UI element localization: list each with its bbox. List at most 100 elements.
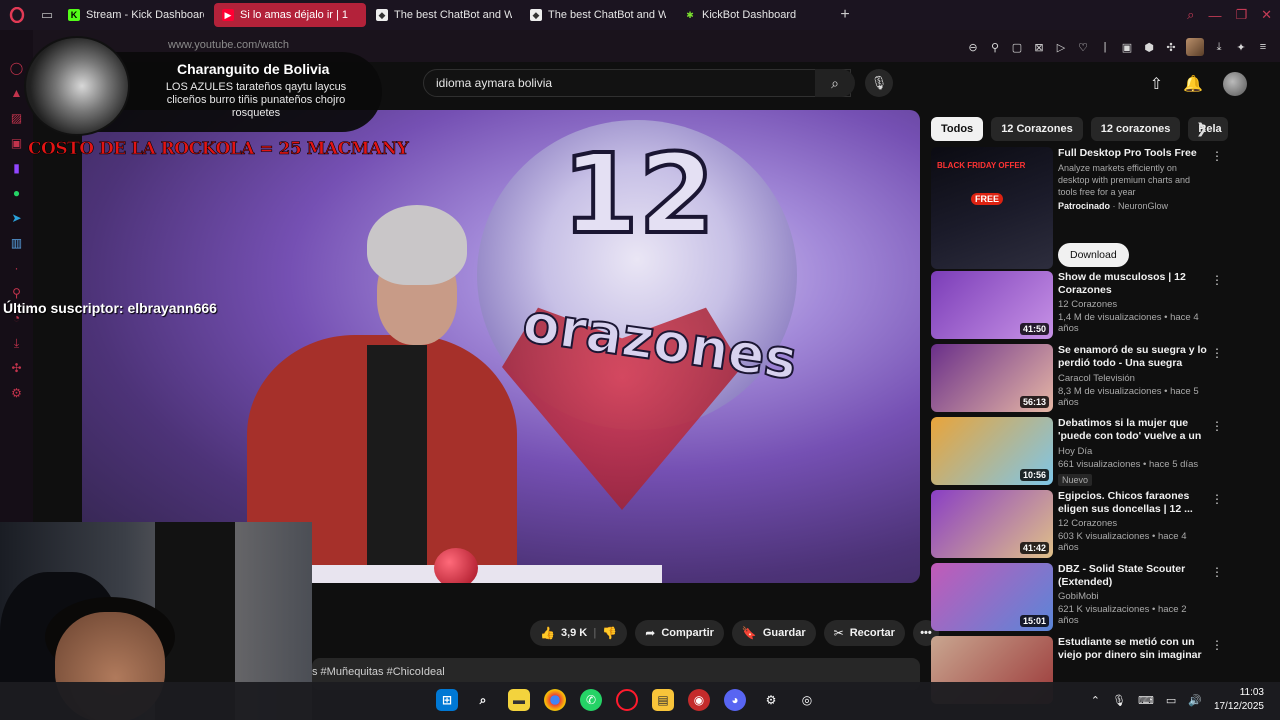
sponsored-ad[interactable]: BLACK FRIDAY OFFER FREE Full Desktop Pro… (931, 147, 1231, 271)
voice-search-button[interactable]: 🎙 (865, 69, 893, 97)
maximize-button[interactable]: ❐ (1235, 7, 1247, 23)
network-icon[interactable]: ▭ (1166, 694, 1176, 707)
video-thumbnail[interactable]: 15:01 (931, 563, 1053, 631)
url-field[interactable]: www.youtube.com/watch (168, 39, 289, 51)
menu-icon[interactable]: ≡ (1256, 41, 1270, 53)
channel-name[interactable]: 12 Corazones (1058, 299, 1208, 310)
video-thumbnail[interactable]: 10:56 (931, 417, 1053, 485)
minimize-button[interactable]: — (1208, 8, 1221, 23)
channel-name[interactable]: Hoy Día (1058, 446, 1208, 457)
microphone-icon[interactable]: 🎙 (1112, 694, 1126, 707)
search-tabs-icon[interactable]: ⌕ (1187, 7, 1194, 23)
video-thumbnail[interactable]: 41:42 (931, 490, 1053, 558)
video-title[interactable]: DBZ - Solid State Scouter (Extended) (1058, 563, 1208, 589)
recommendation-item[interactable]: 15:01 DBZ - Solid State Scouter (Extended… (931, 563, 1231, 636)
clock[interactable]: 11:03 17/12/2025 (1214, 686, 1264, 714)
opera-gx-icon[interactable] (616, 689, 638, 711)
tab-kick-dashboard[interactable]: K Stream - Kick Dashboard (60, 3, 212, 27)
whatsapp-icon[interactable]: ● (9, 185, 25, 201)
thumbs-down-icon[interactable]: 👎 (602, 626, 617, 640)
profile-avatar[interactable] (1186, 38, 1204, 56)
windows-start-icon[interactable]: ⊞ (436, 689, 458, 711)
tab-kickbot-dashboard[interactable]: ✱ KickBot Dashboard (676, 3, 828, 27)
ai-icon[interactable]: ✦ (1234, 41, 1248, 54)
like-button[interactable]: 👍 3,9 K | 👎 (530, 620, 628, 646)
keyboard-icon[interactable]: ⌨ (1138, 694, 1154, 707)
recommendation-item[interactable]: 56:13 Se enamoró de su suegra y lo perdió… (931, 344, 1231, 417)
video-title[interactable]: Estudiante se metió con un viejo por din… (1058, 636, 1208, 663)
pinboard-icon[interactable]: ⚲ (9, 285, 25, 301)
search-button[interactable]: ⌕ (815, 69, 855, 97)
aria-icon[interactable]: ▲ (9, 85, 25, 101)
close-window-button[interactable]: ✕ (1261, 7, 1272, 23)
file-explorer-icon[interactable]: ▤ (652, 689, 674, 711)
video-title[interactable]: Show de musculosos | 12 Corazones (1058, 271, 1208, 297)
tab-chatbot-1[interactable]: ◆ The best ChatBot and Wi (368, 3, 520, 27)
block-icon[interactable]: ⊠ (1032, 41, 1046, 54)
media-app-icon[interactable]: ◉ (688, 689, 710, 711)
steam-like-icon[interactable]: ⚙ (760, 689, 782, 711)
hashtags[interactable]: s #Muñequitas #ChicoIdeal (312, 666, 445, 678)
search-input[interactable]: idioma aymara bolivia ✕ (423, 69, 851, 97)
player-icon[interactable]: ▨ (9, 110, 25, 126)
download-icon[interactable]: ⤓ (1212, 41, 1226, 54)
volume-icon[interactable]: 🔊 (1188, 694, 1202, 707)
channel-name[interactable]: GobiMobi (1058, 591, 1208, 602)
pin-icon[interactable]: ⚲ (988, 41, 1002, 54)
video-title[interactable]: Egipcios. Chicos faraones eligen sus don… (1058, 490, 1208, 516)
tab-chatbot-2[interactable]: ◆ The best ChatBot and Wi (522, 3, 674, 27)
extensions-icon[interactable]: ✣ (1164, 41, 1178, 54)
video-title[interactable]: Se enamoró de su suegra y lo perdió todo… (1058, 344, 1208, 371)
recommendation-item[interactable]: 10:56 Debatimos si la mujer que 'puede co… (931, 417, 1231, 490)
workspaces-icon[interactable]: ▭ (34, 0, 60, 30)
obs-icon[interactable]: ◎ (796, 689, 818, 711)
video-thumbnail[interactable]: 41:50 (931, 271, 1053, 339)
tab-youtube-video[interactable]: ▶ Si lo amas déjalo ir | 1 (214, 3, 366, 27)
kebab-menu-icon[interactable]: ⋮ (1211, 492, 1223, 506)
kebab-menu-icon[interactable]: ⋮ (1211, 419, 1223, 433)
video-title[interactable]: Debatimos si la mujer que 'puede con tod… (1058, 417, 1208, 444)
kebab-menu-icon[interactable]: ⋮ (1211, 273, 1223, 287)
recommendation-item[interactable]: 41:50 Show de musculosos | 12 Corazones 12… (931, 271, 1231, 344)
chrome-icon[interactable] (544, 689, 566, 711)
heart-icon[interactable]: ♡ (1076, 41, 1090, 54)
ad-download-button[interactable]: Download (1058, 243, 1129, 267)
channel-name[interactable]: 12 Corazones (1058, 518, 1208, 529)
play-icon[interactable]: ▷ (1054, 41, 1068, 54)
chip-related[interactable]: Rela (1188, 117, 1229, 141)
clip-button[interactable]: ✂ Recortar (823, 620, 905, 646)
video-player[interactable]: 12 orazones (82, 110, 920, 583)
sticky-notes-icon[interactable]: ▬ (508, 689, 530, 711)
chevron-right-icon[interactable]: ❯ (1196, 120, 1208, 137)
opera-logo-icon[interactable] (0, 0, 34, 30)
settings-icon[interactable]: ⚙ (9, 385, 25, 401)
downloads-icon[interactable]: ⤓ (9, 335, 25, 351)
ad-thumbnail[interactable]: BLACK FRIDAY OFFER FREE (931, 147, 1053, 269)
upload-icon[interactable]: ⇧ (1150, 74, 1163, 94)
share-button[interactable]: ➦ Compartir (635, 620, 724, 646)
twitch-icon[interactable]: ▮ (9, 160, 25, 176)
kebab-menu-icon[interactable]: ⋮ (1211, 565, 1223, 579)
chip-12-corazones-lower[interactable]: 12 corazones (1090, 117, 1181, 141)
telegram-icon[interactable]: ➤ (9, 210, 25, 226)
extensions-sidebar-icon[interactable]: ✣ (9, 360, 25, 376)
save-button[interactable]: 🔖 Guardar (731, 620, 816, 646)
kebab-menu-icon[interactable]: ⋮ (1211, 149, 1223, 163)
discord-icon[interactable]: ◕ (724, 689, 746, 711)
zoom-icon[interactable]: ⊖ (966, 41, 980, 54)
opera-sidebar-icon[interactable]: ◯ (9, 60, 25, 76)
extension-shield-icon[interactable]: ⬢ (1142, 41, 1156, 54)
account-avatar[interactable] (1223, 72, 1247, 96)
chip-12-corazones[interactable]: 12 Corazones (991, 117, 1083, 141)
whatsapp-icon[interactable]: ✆ (580, 689, 602, 711)
recommendation-item[interactable]: 41:42 Egipcios. Chicos faraones eligen su… (931, 490, 1231, 563)
snapshot-icon[interactable]: ▢ (1010, 41, 1024, 54)
notifications-bell-icon[interactable]: 🔔 (1183, 74, 1203, 94)
chevron-up-icon[interactable]: ⌃ (1091, 694, 1100, 707)
ad-title[interactable]: Full Desktop Pro Tools Free (1058, 147, 1208, 159)
search-icon[interactable]: ⌕ (472, 689, 494, 711)
messenger-icon[interactable]: ▣ (9, 135, 25, 151)
video-thumbnail[interactable]: 56:13 (931, 344, 1053, 412)
new-tab-button[interactable]: + (834, 4, 856, 26)
chip-all[interactable]: Todos (931, 117, 984, 141)
